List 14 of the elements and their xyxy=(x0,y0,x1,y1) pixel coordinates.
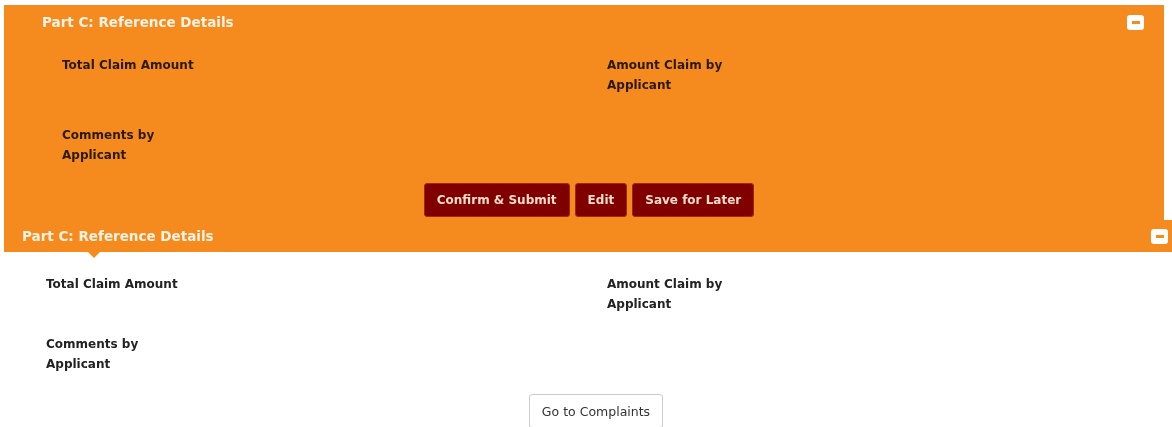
collapse-icon[interactable] xyxy=(1151,228,1168,244)
action-button[interactable]: Confirm & Submit xyxy=(423,183,570,217)
field-label: Total Claim Amount xyxy=(62,57,195,74)
field-label: Amount Claim by Applicant xyxy=(607,57,724,94)
section-title: Part C: Reference Details xyxy=(22,228,214,244)
field-label: Total Claim Amount xyxy=(46,276,179,293)
action-button[interactable]: Edit xyxy=(574,183,628,217)
field-label: Comments by Applicant xyxy=(46,336,140,373)
collapse-icon[interactable] xyxy=(1127,14,1144,30)
field-label: Comments by Applicant xyxy=(62,127,156,164)
action-button[interactable]: Save for Later xyxy=(632,183,755,217)
complaints-button[interactable]: Go to Complaints xyxy=(528,394,664,427)
section-title: Part C: Reference Details xyxy=(42,14,234,30)
field-label: Amount Claim by Applicant xyxy=(607,276,724,313)
